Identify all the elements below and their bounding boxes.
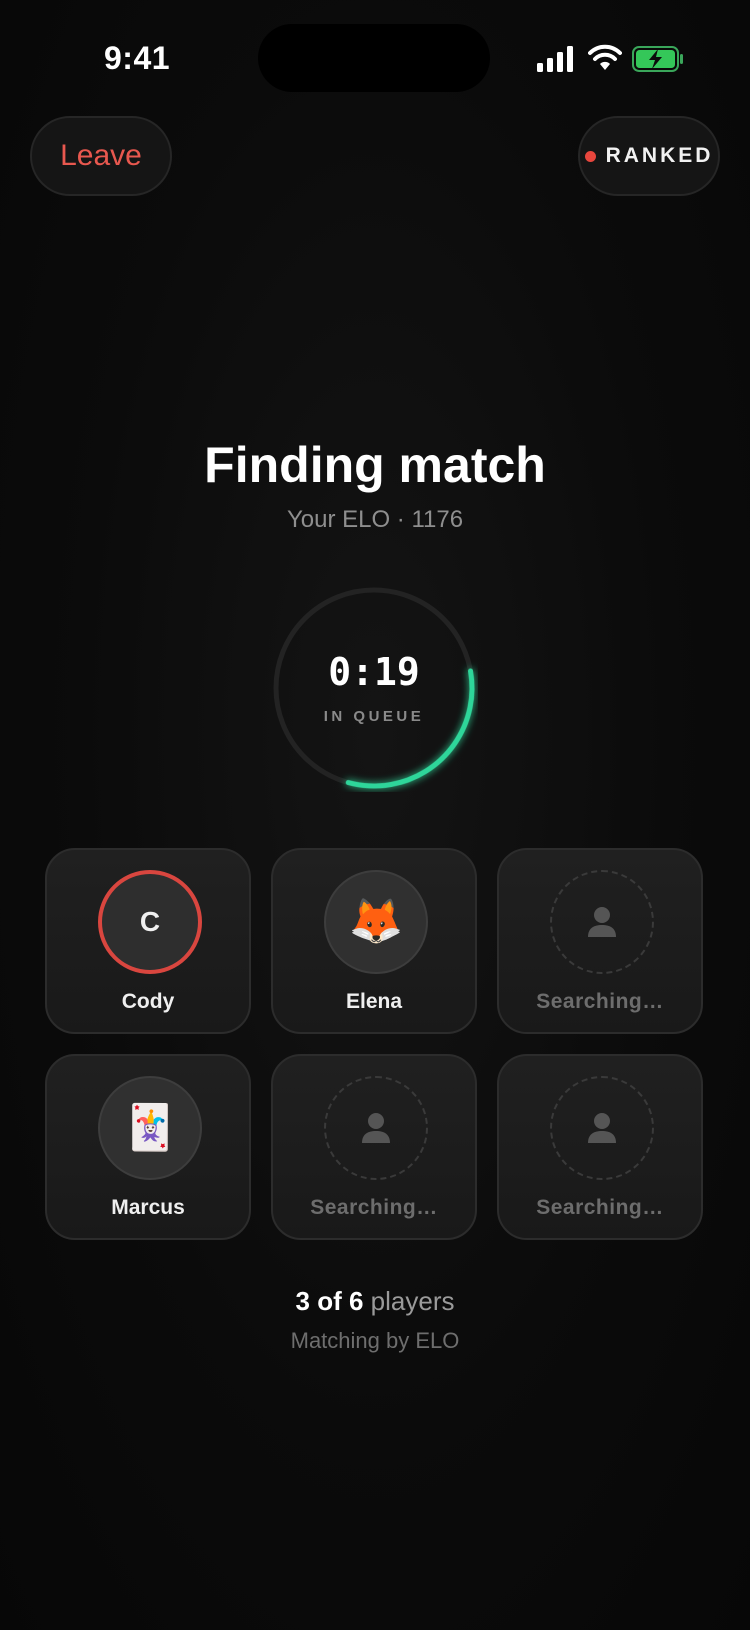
player-slot: Searching…: [271, 1054, 477, 1240]
live-dot-icon: [584, 150, 596, 162]
player-avatar: C: [98, 870, 202, 974]
wifi-icon: [588, 44, 622, 70]
ranked-badge: RANKED: [578, 116, 720, 196]
empty-slot-avatar: [550, 1076, 654, 1180]
player-slot: 🃏 Marcus: [45, 1054, 251, 1240]
queue-label: IN QUEUE: [323, 708, 425, 725]
player-name: Marcus: [111, 1196, 185, 1219]
player-slot: Searching…: [497, 848, 703, 1034]
cellular-signal-icon: [537, 46, 573, 72]
player-slot: 🦊 Elena: [271, 848, 477, 1034]
ranked-label: RANKED: [605, 144, 714, 167]
battery-charging-icon: [632, 46, 683, 72]
queue-timer: 0:19: [328, 650, 420, 694]
players-count-suffix: players: [363, 1286, 455, 1316]
players-count: 3 of 6 players: [0, 1286, 750, 1317]
dynamic-island: [258, 24, 490, 92]
players-count-value: 3 of 6: [295, 1286, 364, 1316]
player-avatar: 🦊: [324, 870, 428, 974]
leave-button[interactable]: Leave: [30, 116, 172, 196]
avatar-emoji: 🦊: [348, 897, 404, 946]
avatar-emoji: 🃏: [122, 1103, 178, 1152]
empty-slot-avatar: [324, 1076, 428, 1180]
page-title: Finding match: [204, 437, 546, 493]
person-placeholder-icon: [588, 1113, 616, 1143]
player-slot: C Cody: [45, 848, 251, 1034]
searching-label: Searching…: [536, 1196, 664, 1219]
searching-label: Searching…: [536, 990, 664, 1013]
avatar-initial: C: [139, 906, 161, 937]
status-time: 9:41: [104, 40, 171, 76]
matching-note: Matching by ELO: [290, 1328, 460, 1353]
player-name: Cody: [121, 990, 175, 1013]
player-avatar: 🃏: [98, 1076, 202, 1180]
player-name: Elena: [345, 990, 403, 1013]
elo-subtitle: Your ELO · 1176: [286, 506, 464, 533]
person-placeholder-icon: [588, 907, 616, 937]
person-placeholder-icon: [362, 1113, 390, 1143]
empty-slot-avatar: [550, 870, 654, 974]
searching-label: Searching…: [310, 1196, 438, 1219]
player-slot: Searching…: [497, 1054, 703, 1240]
